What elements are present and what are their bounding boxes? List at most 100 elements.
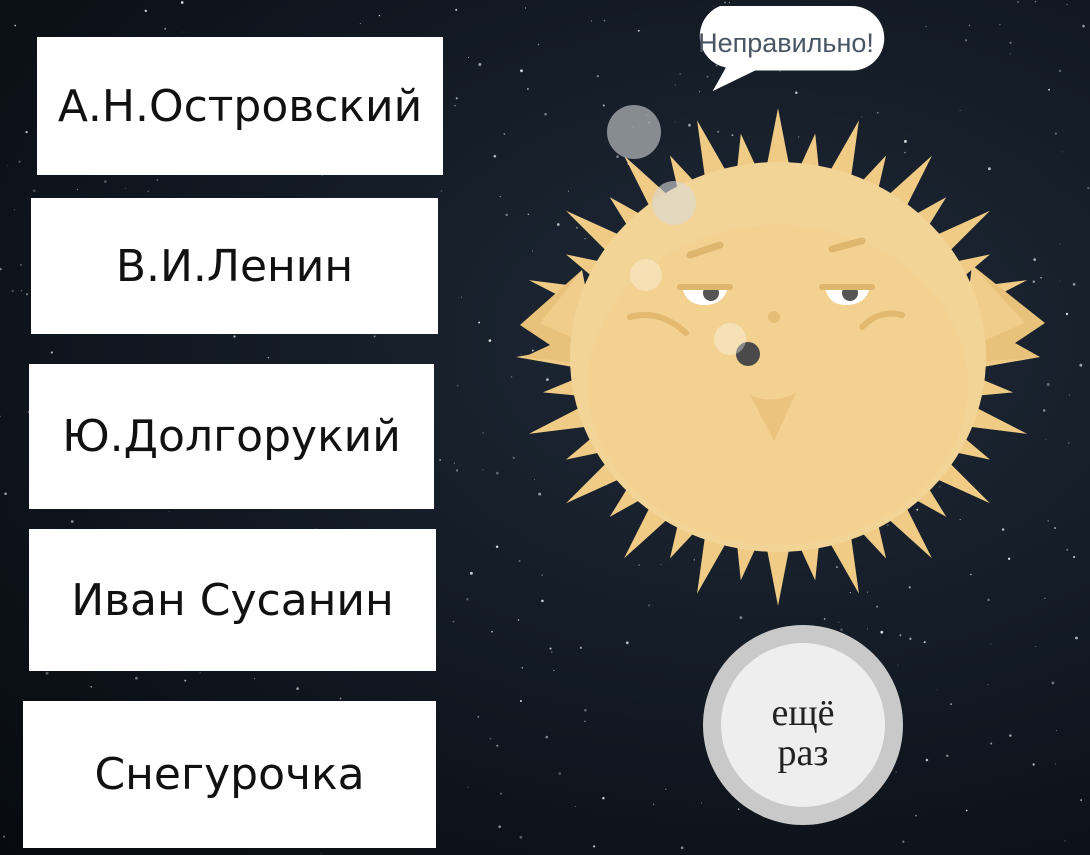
star	[519, 835, 523, 839]
star	[147, 190, 150, 193]
star	[899, 634, 902, 637]
star	[1066, 3, 1068, 5]
star	[549, 647, 552, 650]
star	[579, 646, 583, 649]
star	[496, 744, 499, 747]
star	[320, 853, 322, 855]
star	[728, 1, 731, 4]
star	[895, 771, 897, 773]
star	[482, 469, 484, 471]
star	[3, 835, 6, 838]
star	[104, 180, 107, 183]
star	[915, 814, 917, 817]
star	[1048, 88, 1051, 91]
star	[373, 335, 376, 338]
star	[14, 209, 16, 211]
star	[477, 716, 480, 718]
answer-option-snegurochka[interactable]: Снегурочка	[23, 701, 436, 848]
star	[1051, 681, 1055, 685]
star	[233, 335, 236, 338]
star	[499, 195, 501, 198]
star	[439, 459, 441, 461]
star	[183, 31, 185, 33]
star	[19, 263, 23, 266]
star	[950, 703, 952, 705]
star	[455, 469, 459, 472]
star	[637, 29, 640, 32]
star	[180, 1, 184, 4]
retry-label-line2: раз	[777, 732, 829, 774]
star	[70, 520, 74, 523]
star	[25, 293, 29, 296]
star	[519, 699, 522, 703]
star	[164, 27, 167, 30]
star	[923, 641, 926, 644]
star	[1054, 763, 1056, 765]
star	[1034, 0, 1037, 3]
star	[455, 8, 458, 11]
star	[525, 7, 527, 9]
star	[1072, 282, 1076, 286]
star	[925, 758, 929, 762]
star	[156, 179, 159, 182]
star	[468, 56, 470, 58]
star	[700, 802, 702, 804]
retry-button[interactable]: ещё раз	[703, 625, 903, 825]
star	[466, 597, 469, 601]
star	[45, 671, 49, 675]
star	[296, 687, 299, 690]
star	[1032, 763, 1035, 766]
star	[558, 772, 562, 776]
star	[339, 697, 342, 700]
star	[499, 792, 503, 795]
retry-button-face: ещё раз	[721, 643, 885, 807]
star	[520, 69, 523, 73]
star	[946, 754, 949, 757]
star	[1075, 636, 1078, 640]
star	[1009, 41, 1012, 44]
star	[491, 630, 493, 633]
star	[545, 735, 549, 739]
star	[990, 742, 993, 745]
star	[593, 845, 596, 848]
star	[590, 20, 592, 22]
star	[25, 130, 28, 134]
answer-option-lenin[interactable]: В.И.Ленин	[31, 198, 438, 334]
star	[1080, 799, 1083, 802]
star	[551, 651, 553, 653]
answer-option-susanin[interactable]: Иван Сусанин	[29, 529, 436, 671]
star	[254, 678, 256, 680]
star	[999, 23, 1001, 26]
star	[838, 621, 840, 623]
star	[453, 462, 456, 464]
star	[32, 189, 36, 193]
star	[553, 670, 555, 672]
answer-option-dolgorukiy[interactable]: Ю.Долгорукий	[29, 364, 434, 509]
star	[184, 679, 187, 682]
star	[460, 296, 462, 298]
star	[902, 840, 905, 843]
star	[1009, 734, 1012, 737]
star	[965, 809, 968, 812]
star	[584, 708, 587, 712]
star	[488, 339, 492, 342]
star	[321, 175, 323, 177]
star	[7, 165, 9, 167]
star	[1009, 53, 1011, 55]
retry-button-label: ещё раз	[721, 693, 885, 773]
star	[724, 1, 726, 4]
star	[1079, 363, 1083, 367]
pufferfish-character-icon	[516, 105, 1045, 606]
answer-option-ostrovsky[interactable]: А.Н.Островский	[37, 37, 443, 175]
star	[575, 805, 577, 807]
star	[897, 664, 899, 666]
star	[596, 74, 599, 78]
star	[467, 786, 469, 788]
star	[665, 788, 667, 790]
retry-label-line1: ещё	[771, 692, 835, 734]
star	[625, 641, 629, 645]
star	[144, 9, 148, 13]
star	[495, 471, 499, 475]
star	[505, 213, 508, 217]
star	[521, 667, 524, 669]
